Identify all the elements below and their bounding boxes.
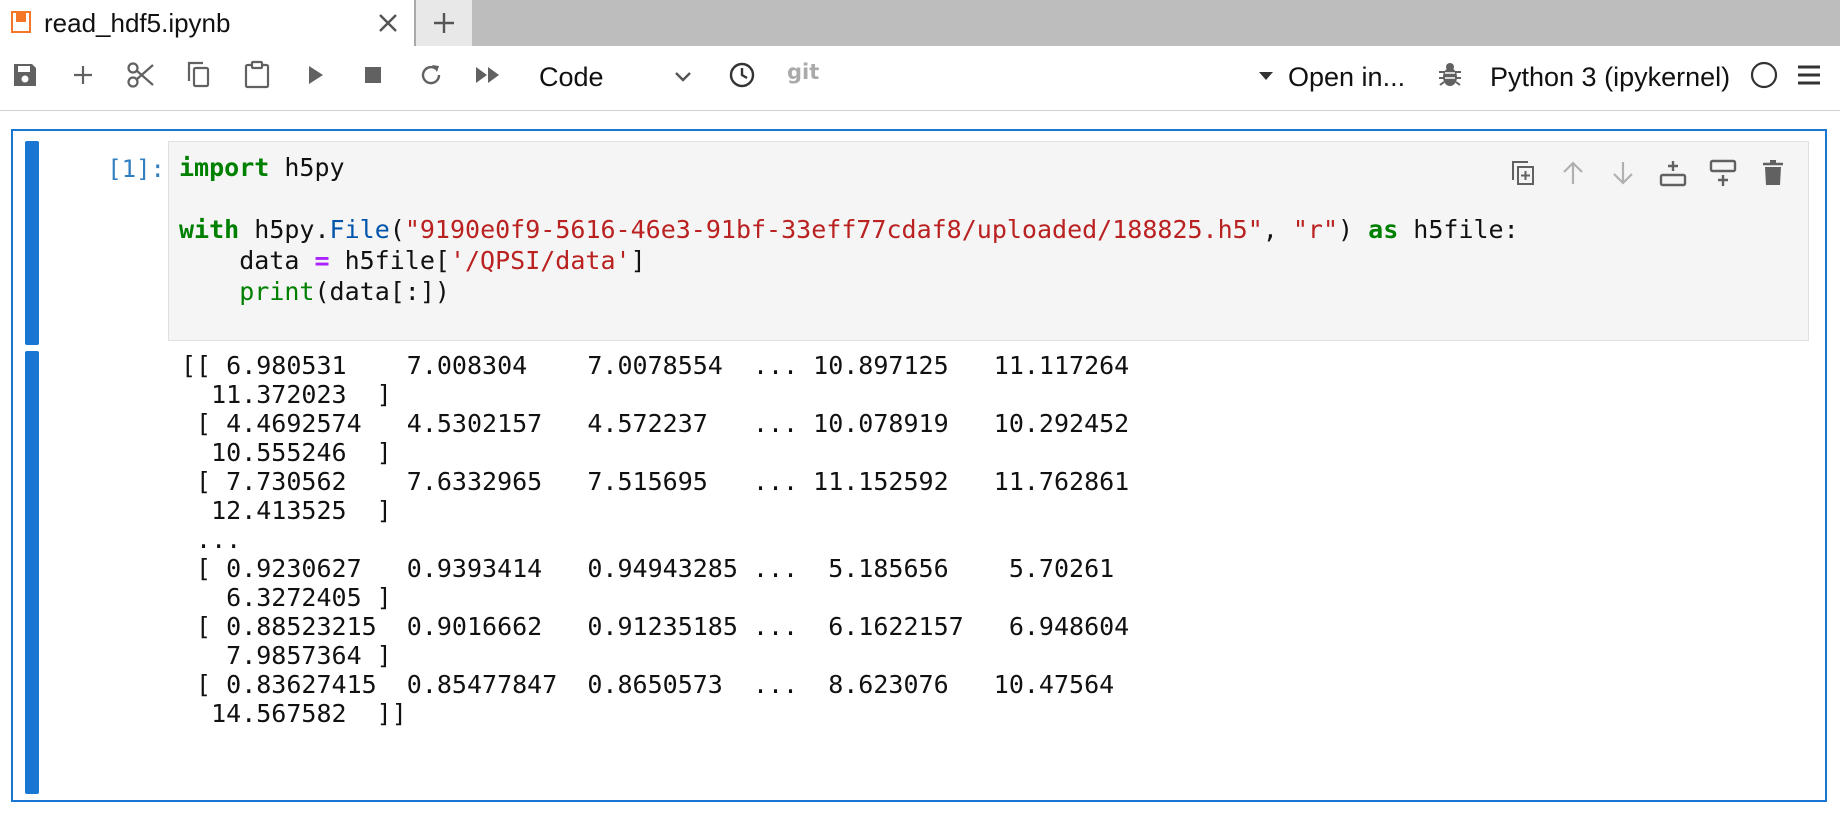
- cut-icon: [127, 62, 154, 88]
- tab-title: read_hdf5.ipynb: [44, 8, 231, 38]
- kernel-name[interactable]: Python 3 (ipykernel): [1490, 62, 1730, 93]
- restart-button[interactable]: [416, 60, 446, 90]
- input-collapser[interactable]: [25, 141, 39, 345]
- output-line: 6.3272405 ]: [181, 583, 392, 612]
- run-icon: [309, 66, 323, 84]
- debugger-button[interactable]: [1435, 60, 1465, 90]
- copy-button[interactable]: [184, 60, 214, 90]
- code-keyword: with: [179, 215, 240, 244]
- duplicate-cell-icon: [1512, 161, 1534, 185]
- run-button[interactable]: [300, 60, 330, 90]
- delete-cell-icon: [1763, 160, 1783, 185]
- code-token: h5py: [284, 153, 345, 182]
- code-string: '/QPSI/data': [449, 246, 631, 275]
- output-line: [ 4.4692574 4.5302157 4.572237 ... 10.07…: [181, 409, 1130, 438]
- run-all-button[interactable]: [474, 60, 504, 90]
- cell-output: [[ 6.980531 7.008304 7.0078554 ... 10.89…: [181, 351, 1129, 728]
- output-line: 14.567582 ]]: [181, 699, 407, 728]
- menu-button[interactable]: [1794, 60, 1824, 90]
- notebook-panel: [1]: import h5py with h5py.File("9190e0f…: [0, 111, 1840, 814]
- clock-icon: [729, 62, 755, 88]
- kernel-idle-icon: [1750, 61, 1778, 89]
- stop-button[interactable]: [358, 60, 388, 90]
- notebook-toolbar: Code git Open in... Python 3 (ipykernel): [0, 46, 1840, 111]
- insert-above-icon: [1709, 159, 1737, 186]
- code-builtin: print: [239, 277, 315, 306]
- cell-toolbar: [1506, 156, 1796, 190]
- code-cell[interactable]: [1]: import h5py with h5py.File("9190e0f…: [11, 129, 1827, 802]
- move-up-icon: [1563, 161, 1583, 184]
- save-icon: [14, 64, 36, 86]
- execution-count: [1]:: [107, 155, 165, 183]
- duplicate-cell-button[interactable]: [1506, 156, 1540, 190]
- code-token: (: [389, 215, 405, 244]
- clock-button[interactable]: [727, 60, 757, 90]
- output-line: [ 0.9230627 0.9393414 0.94943285 ... 5.1…: [181, 554, 1115, 583]
- code-token: ): [1338, 215, 1369, 244]
- output-line: [[ 6.980531 7.008304 7.0078554 ... 10.89…: [181, 351, 1130, 380]
- chevron-down-icon: [675, 72, 691, 82]
- delete-cell-button[interactable]: [1756, 156, 1790, 190]
- code-keyword: import: [179, 153, 270, 182]
- cell-type-select[interactable]: Code: [530, 58, 700, 94]
- code-string: "9190e0f9-5616-46e3-91bf-33eff77cdaf8/up…: [404, 215, 1263, 244]
- move-up-button[interactable]: [1556, 156, 1590, 190]
- output-line: [ 0.88523215 0.9016662 0.91235185 ... 6.…: [181, 612, 1130, 641]
- add-cell-icon: [74, 66, 92, 84]
- copy-icon: [187, 61, 210, 88]
- output-line: 10.555246 ]: [181, 438, 392, 467]
- output-line: [ 0.83627415 0.85477847 0.8650573 ... 8.…: [181, 670, 1115, 699]
- paste-icon: [244, 60, 270, 89]
- code-token: h5py.: [254, 215, 330, 244]
- bug-icon: [1439, 63, 1461, 86]
- close-icon[interactable]: [374, 9, 402, 37]
- notebook-icon: [11, 11, 31, 33]
- output-line: [ 7.730562 7.6332965 7.515695 ... 11.152…: [181, 467, 1130, 496]
- code-token: File: [329, 215, 390, 244]
- move-down-button[interactable]: [1606, 156, 1640, 190]
- kernel-status-indicator: [1749, 60, 1779, 90]
- code-token: ]: [630, 246, 646, 275]
- code-content: import h5py with h5py.File("9190e0f9-561…: [179, 152, 1519, 307]
- paste-button[interactable]: [242, 60, 272, 90]
- tab-bar: read_hdf5.ipynb: [0, 0, 1840, 46]
- code-keyword: as: [1368, 215, 1399, 244]
- new-tab-button[interactable]: [416, 0, 472, 46]
- output-collapser[interactable]: [25, 351, 39, 794]
- code-editor[interactable]: import h5py with h5py.File("9190e0f9-561…: [168, 141, 1809, 341]
- caret-down-icon: [1259, 72, 1273, 80]
- insert-below-icon: [1659, 161, 1687, 187]
- output-line: 11.372023 ]: [181, 380, 392, 409]
- insert-below-button[interactable]: [1706, 156, 1740, 190]
- output-line: 12.413525 ]: [181, 496, 392, 525]
- hamburger-icon: [1798, 65, 1820, 85]
- output-line: ...: [181, 525, 242, 554]
- code-token: data: [179, 246, 315, 275]
- output-line: 7.9857364 ]: [181, 641, 392, 670]
- code-operator: =: [314, 246, 330, 275]
- add-cell-button[interactable]: [68, 60, 98, 90]
- insert-above-button[interactable]: [1656, 156, 1690, 190]
- notebook-tab[interactable]: read_hdf5.ipynb: [0, 0, 414, 46]
- stop-icon: [365, 67, 381, 83]
- restart-icon: [421, 65, 441, 85]
- code-token: h5file[: [329, 246, 450, 275]
- move-down-icon: [1613, 162, 1633, 185]
- open-in-label: Open in...: [1288, 62, 1406, 92]
- plus-icon: [434, 13, 454, 33]
- git-button[interactable]: git: [787, 60, 819, 84]
- run-all-icon: [476, 67, 499, 83]
- code-token: (data[:]): [314, 277, 450, 306]
- code-string: "r": [1292, 215, 1339, 244]
- code-token: h5file:: [1398, 215, 1519, 244]
- code-token: ,: [1262, 215, 1293, 244]
- save-button[interactable]: [10, 60, 40, 90]
- cut-button[interactable]: [126, 60, 156, 90]
- cell-type-value: Code: [539, 62, 604, 92]
